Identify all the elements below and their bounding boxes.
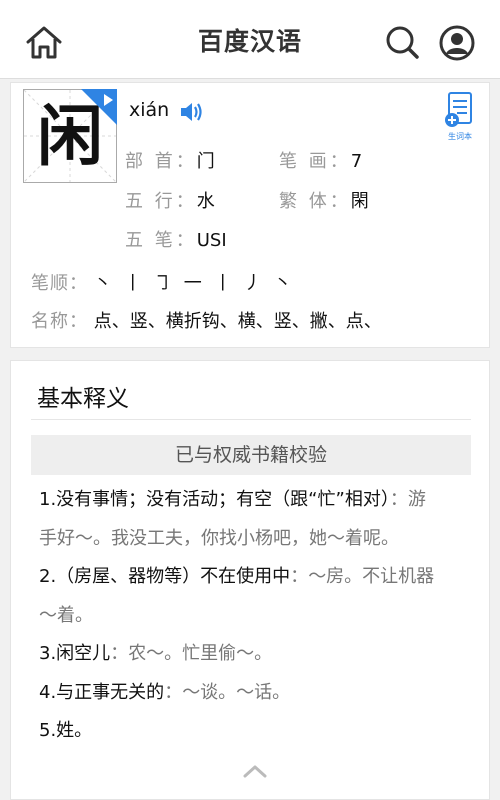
definition-sep: ： [290, 566, 309, 587]
divider [31, 419, 471, 420]
definition-text: 1.没有事情；没有活动；有空（跟“忙”相对） [39, 489, 390, 510]
definition-list: 1.没有事情；没有活动；有空（跟“忙”相对）：游 手好～。我没工夫，你找小杨吧，… [39, 481, 469, 751]
stroke-item: 一 [183, 273, 202, 294]
user-icon[interactable] [438, 24, 476, 62]
definition-item: 4.与正事无关的：～谈。～话。 [39, 674, 469, 713]
character-card: 闲 xián 生词本 部 首：门 笔 画：7 五 行：水 繁 体：閑 五 笔：U… [10, 82, 490, 348]
definition-item: 5.姓。 [39, 712, 469, 751]
verified-banner: 已与权威书籍校验 [31, 435, 471, 475]
add-word-button[interactable]: 生词本 [443, 91, 477, 141]
add-word-label: 生词本 [448, 132, 472, 141]
stroke-item: 丶 [93, 273, 112, 294]
definition-example-cont: 手好～。我没工夫，你找小杨吧，她～着呢。 [39, 527, 399, 549]
definition-sep: ： [110, 643, 129, 664]
stroke-item: ㇆ [153, 273, 172, 294]
strokes-value: 7 [350, 151, 363, 172]
stroke-order-list: 丶丨㇆一丨丿丶 [94, 273, 304, 294]
definition-text: 4.与正事无关的 [39, 681, 165, 703]
radical-label: 部 首： [125, 151, 197, 172]
section-title: 基本释义 [37, 386, 129, 412]
wuxing-label: 五 行： [125, 191, 197, 212]
wubi-label: 五 笔： [125, 230, 197, 251]
strokes-row: 笔 画：7 [279, 147, 362, 173]
radical-value: 门 [196, 151, 215, 172]
stroke-names-value: 点、竖、横折钩、横、竖、撇、点、 [93, 311, 382, 332]
definition-item: 3.闲空儿：农～。忙里偷～。 [39, 635, 469, 674]
stroke-item: 丨 [213, 273, 232, 294]
definition-example: ～谈。～话。 [182, 681, 291, 703]
search-icon[interactable] [384, 24, 420, 60]
wubi-value: USI [196, 230, 227, 251]
definition-sep: ： [389, 489, 408, 510]
definition-example: 农～。忙里偷～。 [128, 643, 273, 664]
stroke-item: 丨 [123, 273, 142, 294]
stroke-order-label: 笔顺： [31, 273, 88, 294]
definition-sep: ： [164, 681, 183, 703]
stroke-names-row: 名称： 点、竖、横折钩、横、竖、撇、点、 [31, 307, 382, 333]
wubi-row: 五 笔：USI [125, 226, 227, 252]
chevron-up-icon[interactable] [241, 761, 269, 781]
top-bar: 百度汉语 [0, 0, 500, 79]
traditional-label: 繁 体： [279, 191, 351, 212]
stroke-item: 丶 [273, 273, 292, 294]
pinyin: xián [129, 99, 170, 121]
play-icon[interactable] [104, 94, 113, 106]
definition-item: 1.没有事情；没有活动；有空（跟“忙”相对）：游 [39, 481, 469, 520]
wuxing-row: 五 行：水 [125, 187, 215, 213]
radical-row: 部 首：门 [125, 147, 215, 173]
stroke-order-row: 笔顺： 丶丨㇆一丨丿丶 [31, 269, 304, 295]
definition-text: 3.闲空儿 [39, 643, 111, 664]
traditional-value: 閑 [350, 191, 369, 212]
definition-example: 游 [407, 489, 426, 510]
character-box[interactable]: 闲 [23, 89, 117, 183]
definition-item: 2.（房屋、器物等）不在使用中：～房。不让机器 [39, 558, 469, 597]
wuxing-value: 水 [196, 191, 215, 212]
sound-icon[interactable] [179, 101, 203, 123]
app-title: 百度汉语 [197, 27, 302, 56]
stroke-names-label: 名称： [31, 311, 88, 332]
traditional-row: 繁 体：閑 [279, 187, 369, 213]
definition-text: 2.（房屋、器物等）不在使用中 [39, 566, 291, 587]
definition-example: ～房。不让机器 [308, 566, 435, 587]
stroke-item: 丿 [243, 273, 262, 294]
definition-example-cont: ～着。 [39, 604, 93, 626]
strokes-label: 笔 画： [279, 151, 351, 172]
add-word-icon [445, 92, 472, 127]
definition-text: 5.姓。 [39, 720, 93, 741]
basic-definition-card: 基本释义 已与权威书籍校验 1.没有事情；没有活动；有空（跟“忙”相对）：游 手… [10, 360, 490, 800]
